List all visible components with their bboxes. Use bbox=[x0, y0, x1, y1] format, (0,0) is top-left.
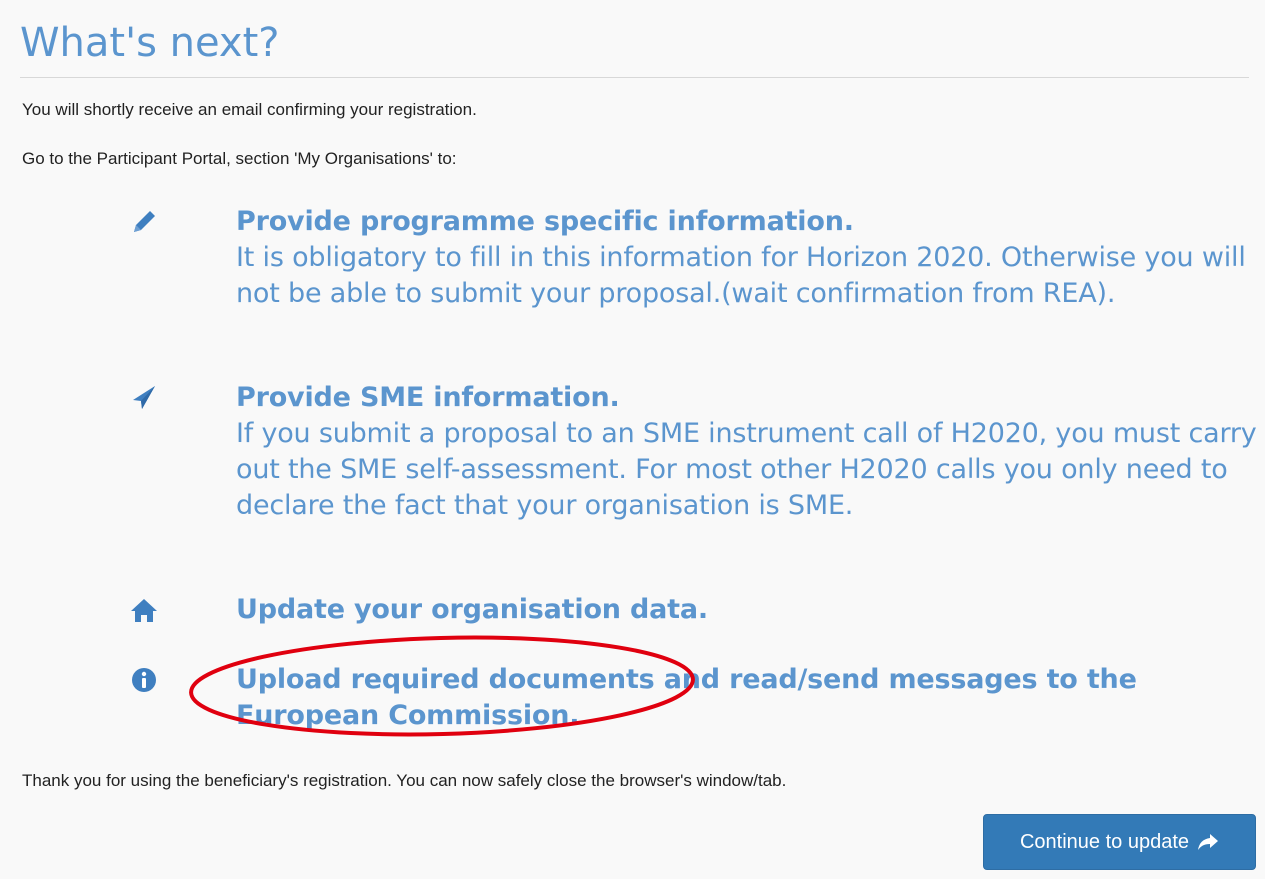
next-step-sme-info-text: Provide SME information. If you submit a… bbox=[236, 380, 1264, 524]
continue-button-label: Continue to update bbox=[1019, 830, 1190, 853]
next-step-upload-documents-text: Upload required documents and read/send … bbox=[236, 662, 1264, 734]
home-icon bbox=[120, 594, 168, 634]
item-heading: Provide SME information. bbox=[236, 382, 620, 413]
confirmation-text: You will shortly receive an email confir… bbox=[22, 100, 477, 119]
page: What's next? You will shortly receive an… bbox=[0, 0, 1265, 879]
pencil-icon bbox=[120, 206, 168, 246]
next-step-update-data-text: Update your organisation data. bbox=[236, 592, 1264, 628]
instructions-text: Go to the Participant Portal, section 'M… bbox=[22, 149, 457, 168]
continue-to-update-button[interactable]: Continue to update bbox=[983, 814, 1256, 870]
share-arrow-icon bbox=[1197, 832, 1219, 852]
next-step-programme-info-text: Provide programme specific information. … bbox=[236, 204, 1264, 312]
item-description: It is obligatory to fill in this informa… bbox=[236, 242, 1246, 309]
item-heading: Upload required documents and read/send … bbox=[236, 664, 1137, 731]
page-title: What's next? bbox=[20, 20, 280, 66]
paper-plane-icon bbox=[120, 382, 168, 422]
info-circle-icon bbox=[120, 664, 168, 704]
item-heading: Update your organisation data. bbox=[236, 594, 708, 625]
closing-text: Thank you for using the beneficiary's re… bbox=[22, 771, 787, 790]
item-description: If you submit a proposal to an SME instr… bbox=[236, 418, 1257, 521]
item-heading: Provide programme specific information. bbox=[236, 206, 854, 237]
title-divider bbox=[20, 77, 1249, 78]
